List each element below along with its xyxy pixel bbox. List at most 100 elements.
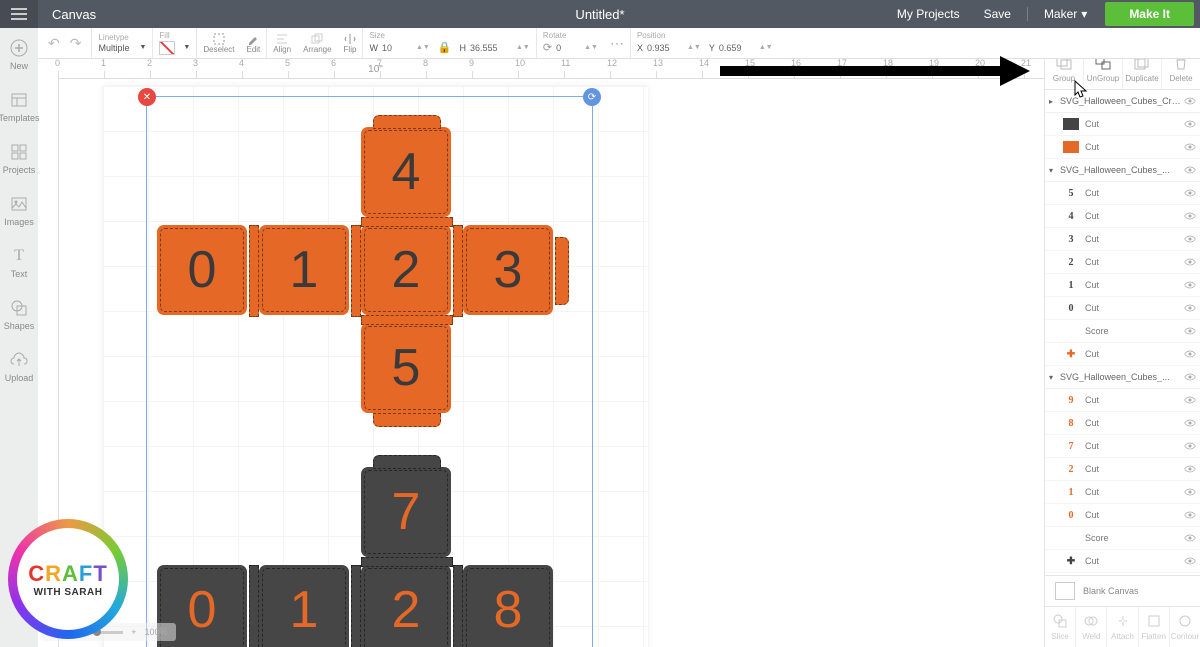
images-icon [9, 194, 29, 214]
visibility-icon[interactable] [1184, 371, 1196, 383]
rotate-handle[interactable]: ⟳ [583, 88, 601, 106]
visibility-icon[interactable] [1184, 95, 1196, 107]
visibility-icon[interactable] [1184, 279, 1196, 291]
visibility-icon[interactable] [1184, 233, 1196, 245]
visibility-icon[interactable] [1184, 486, 1196, 498]
stepper-icon[interactable]: ▲▼ [416, 44, 430, 51]
visibility-icon[interactable] [1184, 555, 1196, 567]
layer-item[interactable]: 9Cut [1045, 389, 1200, 412]
layer-list[interactable]: ▸SVG_Halloween_Cubes_Craf...CutCut▾SVG_H… [1045, 90, 1200, 575]
sidebar-images[interactable]: Images [0, 184, 38, 236]
layer-item[interactable]: 2Cut [1045, 251, 1200, 274]
layer-thumbnail: 1 [1063, 486, 1079, 498]
more-button[interactable]: ⋯ [604, 28, 630, 58]
layer-item[interactable]: Cut [1045, 136, 1200, 159]
layer-group[interactable]: ▾SVG_Halloween_Cubes_... [1045, 159, 1200, 182]
visibility-icon[interactable] [1184, 118, 1196, 130]
tool-weld[interactable]: Weld [1076, 607, 1107, 647]
height-input[interactable] [470, 41, 512, 55]
stepper-icon[interactable]: ▲▼ [584, 44, 598, 51]
layer-item[interactable]: 1Cut [1045, 274, 1200, 297]
layer-item[interactable]: 0Cut [1045, 297, 1200, 320]
stepper-icon[interactable]: ▲▼ [516, 44, 530, 51]
sidebar-text[interactable]: TText [0, 236, 38, 288]
layer-item[interactable]: 2Cut [1045, 458, 1200, 481]
delete-handle[interactable]: ✕ [138, 88, 156, 106]
deselect-button[interactable]: Deselect [197, 28, 240, 58]
layer-group[interactable]: ▾SVG_Halloween_Cubes_... [1045, 366, 1200, 389]
layer-item[interactable]: 5Cut [1045, 182, 1200, 205]
visibility-icon[interactable] [1184, 256, 1196, 268]
sidebar-templates[interactable]: Templates [0, 80, 38, 132]
visibility-icon[interactable] [1184, 348, 1196, 360]
visibility-icon[interactable] [1184, 187, 1196, 199]
tool-contour[interactable]: Contour [1170, 607, 1200, 647]
document-title[interactable]: Untitled* [575, 7, 624, 22]
lock-icon[interactable]: 🔒 [438, 41, 452, 54]
sidebar-upload[interactable]: Upload [0, 340, 38, 392]
sidebar-shapes[interactable]: Shapes [0, 288, 38, 340]
menu-icon[interactable] [0, 0, 38, 28]
stepper-icon[interactable]: ▲▼ [759, 44, 773, 51]
redo-icon[interactable]: ↷ [70, 35, 82, 52]
edit-button[interactable]: Edit [240, 28, 266, 58]
rotate-input[interactable] [556, 41, 580, 55]
expand-icon[interactable]: ▾ [1049, 373, 1057, 382]
layer-item[interactable]: 8Cut [1045, 412, 1200, 435]
layer-item[interactable]: 3Cut [1045, 228, 1200, 251]
zoom-in-button[interactable]: + [131, 627, 136, 637]
pos-y-input[interactable] [719, 41, 755, 55]
zoom-value: 100% [145, 627, 168, 637]
layer-thumbnail: 5 [1063, 187, 1079, 199]
save-link[interactable]: Save [972, 7, 1023, 21]
layer-item[interactable]: 4Cut [1045, 205, 1200, 228]
visibility-icon[interactable] [1184, 463, 1196, 475]
visibility-icon[interactable] [1184, 325, 1196, 337]
pos-x-input[interactable] [647, 41, 683, 55]
tool-flatten[interactable]: Flatten [1139, 607, 1170, 647]
layer-group[interactable]: ▸SVG_Halloween_Cubes_Craf... [1045, 90, 1200, 113]
my-projects-link[interactable]: My Projects [885, 7, 972, 21]
expand-icon[interactable]: ▸ [1049, 97, 1057, 106]
cursor-icon [1074, 80, 1088, 98]
layer-thumbnail [1063, 532, 1079, 544]
tool-attach[interactable]: Attach [1107, 607, 1138, 647]
linetype-dropdown[interactable]: Linetype Multiple▼ [92, 28, 153, 58]
layer-item[interactable]: Score [1045, 527, 1200, 550]
visibility-icon[interactable] [1184, 394, 1196, 406]
fill-dropdown[interactable]: Fill ▼ [153, 28, 197, 58]
flip-button[interactable]: Flip [338, 28, 363, 58]
canvas-area[interactable]: 0123456789101112131415161718192021 10" ✕… [38, 58, 1045, 647]
watermark-logo: CRAFT WITH SARAH [8, 519, 128, 639]
visibility-icon[interactable] [1184, 440, 1196, 452]
shapes-icon [9, 298, 29, 318]
sidebar-new[interactable]: New [0, 28, 38, 80]
layer-item[interactable]: 1Cut [1045, 481, 1200, 504]
visibility-icon[interactable] [1184, 141, 1196, 153]
layer-thumbnail [1063, 325, 1079, 337]
visibility-icon[interactable] [1184, 210, 1196, 222]
layer-item[interactable]: 7Cut [1045, 435, 1200, 458]
layer-item[interactable]: 0Cut [1045, 504, 1200, 527]
undo-icon[interactable]: ↶ [48, 35, 60, 52]
visibility-icon[interactable] [1184, 509, 1196, 521]
layer-item[interactable]: ✚Cut [1045, 343, 1200, 366]
arrange-button[interactable]: Arrange [297, 28, 337, 58]
visibility-icon[interactable] [1184, 417, 1196, 429]
align-button[interactable]: Align [267, 28, 297, 58]
expand-icon[interactable]: ▾ [1049, 166, 1057, 175]
selection-box[interactable]: ✕ ⟳ 4 0 1 2 3 5 7 0 1 2 8 [146, 96, 593, 647]
stepper-icon[interactable]: ▲▼ [687, 44, 701, 51]
visibility-icon[interactable] [1184, 302, 1196, 314]
sidebar-projects[interactable]: Projects [0, 132, 38, 184]
tool-slice[interactable]: Slice [1045, 607, 1076, 647]
machine-dropdown[interactable]: Maker▾ [1032, 7, 1099, 21]
visibility-icon[interactable] [1184, 164, 1196, 176]
layer-item[interactable]: Score [1045, 320, 1200, 343]
make-it-button[interactable]: Make It [1105, 2, 1194, 26]
width-input[interactable] [382, 41, 412, 55]
layer-item[interactable]: ✚Cut [1045, 550, 1200, 573]
no-fill-icon [159, 41, 175, 55]
layer-item[interactable]: Cut [1045, 113, 1200, 136]
visibility-icon[interactable] [1184, 532, 1196, 544]
